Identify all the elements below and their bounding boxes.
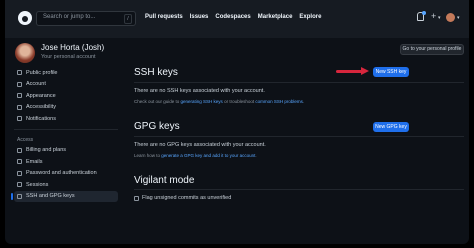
sidebar-item-ssh-gpg-keys[interactable]: SSH and GPG keys [11,190,118,202]
profile-avatar [15,43,35,63]
account-type-label: Your personal account [41,54,96,60]
sidebar-item-label: SSH and GPG keys [26,193,75,200]
sidebar-item-sessions[interactable]: Sessions [14,179,118,191]
sidebar-item-label: Accessibility [26,104,56,111]
sidebar-item-label: Appearance [26,92,56,99]
vigilant-mode-heading: Vigilant mode [134,175,195,186]
person-icon [17,70,22,76]
annotation-arrow-shaft [336,70,364,73]
user-display-name: Jose Horta (Josh) [41,43,105,52]
sidebar-item-public-profile[interactable]: Public profile [14,67,118,79]
section-divider [134,82,464,83]
gear-icon [17,81,22,87]
ssh-help-prefix: Check out our guide to [134,99,181,104]
global-nav: Pull requests Issues Codespaces Marketpl… [145,14,321,20]
sidebar-item-label: Sessions [26,181,49,188]
sidebar-item-notifications[interactable]: Notifications [14,113,118,125]
sidebar-item-appearance[interactable]: Appearance [14,90,118,102]
new-gpg-key-button[interactable]: New GPG key [373,122,409,132]
section-divider [134,189,464,190]
ssh-help-mid: or troubleshoot [222,99,256,104]
bell-icon [17,116,22,122]
sidebar-item-label: Emails [26,158,43,165]
gpg-help-text: Learn how to generate a GPG key and add … [134,153,257,158]
sidebar-item-account[interactable]: Account [14,79,118,91]
notification-indicator [422,11,426,15]
key-icon [17,193,22,199]
nav-pull-requests[interactable]: Pull requests [145,14,183,20]
ssh-help-suffix: . [302,99,305,104]
gpg-help-suffix: . [255,153,257,158]
sidebar-section-access: Access [17,136,34,143]
settings-window: Search or jump to... / Pull requests Iss… [5,0,469,244]
ssh-help-text: Check out our guide to generating SSH ke… [134,99,304,104]
go-to-profile-button[interactable]: Go to your personal profile [400,44,464,55]
flag-unsigned-commits-label: Flag unsigned commits as unverified [142,195,232,201]
flag-unsigned-commits-checkbox[interactable] [134,196,139,201]
mail-icon [17,159,22,165]
user-menu-avatar[interactable] [446,13,455,22]
nav-issues[interactable]: Issues [190,14,209,20]
search-placeholder: Search or jump to... [43,14,96,20]
sidebar-item-accessibility[interactable]: Accessibility [14,102,118,114]
shield-icon [17,170,22,176]
broadcast-icon [17,182,22,188]
generating-ssh-keys-link[interactable]: generating SSH keys [181,99,223,104]
nav-marketplace[interactable]: Marketplace [258,14,293,20]
sidebar-divider [14,128,118,130]
slash-shortcut-hint: / [124,14,132,24]
search-input[interactable]: Search or jump to... / [36,11,136,26]
generate-gpg-key-link[interactable]: generate a GPG key and add it to your ac… [161,153,255,158]
sidebar-item-billing[interactable]: Billing and plans [14,145,118,157]
gpg-keys-heading: GPG keys [134,121,180,132]
credit-card-icon [17,147,22,153]
section-divider [134,136,464,137]
create-new-plus-icon[interactable]: + [431,11,436,21]
sidebar-item-password-authentication[interactable]: Password and authentication [14,168,118,180]
ssh-empty-message: There are no SSH keys associated with yo… [134,88,265,94]
top-navigation-bar: Search or jump to... / Pull requests Iss… [5,0,469,38]
settings-sidebar: Public profile Account Appearance Access… [11,67,118,202]
sidebar-item-label: Billing and plans [26,147,67,154]
common-ssh-problems-link[interactable]: common SSH problems [255,99,303,104]
annotation-arrow-right-icon [361,67,369,75]
nav-explore[interactable]: Explore [299,14,321,20]
user-menu-chevron-down-icon[interactable]: ▾ [457,15,460,21]
sidebar-item-label: Password and authentication [26,170,97,177]
sidebar-item-label: Public profile [26,69,58,76]
gpg-help-prefix: Learn how to [134,153,162,158]
paintbrush-icon [17,93,22,99]
sidebar-item-emails[interactable]: Emails [14,156,118,168]
sidebar-item-label: Notifications [26,115,56,122]
accessibility-icon [17,104,22,110]
github-logo-icon[interactable] [18,11,32,25]
create-menu-chevron-down-icon[interactable]: ▾ [438,15,441,21]
sidebar-item-label: Account [26,81,46,88]
ssh-keys-heading: SSH keys [134,67,178,78]
gpg-empty-message: There are no GPG keys associated with yo… [134,142,266,148]
new-ssh-key-button[interactable]: New SSH key [373,67,409,77]
nav-codespaces[interactable]: Codespaces [215,14,250,20]
